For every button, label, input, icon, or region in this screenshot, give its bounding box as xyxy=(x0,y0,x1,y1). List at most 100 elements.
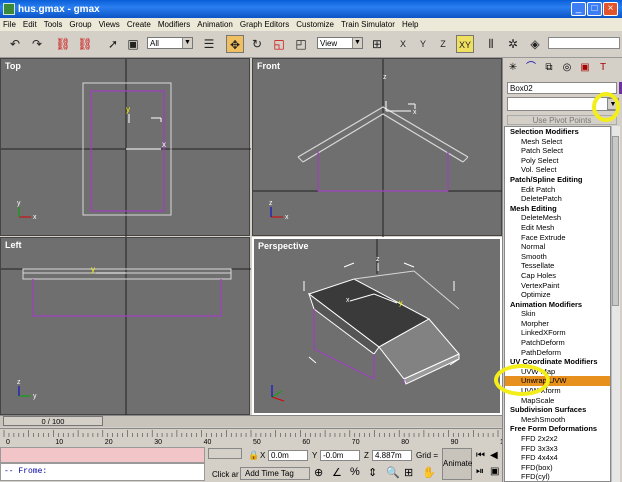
modifier-list-item[interactable]: FFD 3x3x3 xyxy=(505,444,610,454)
hierarchy-tab-icon[interactable]: ⧉ xyxy=(541,60,557,76)
unlink-icon[interactable]: ⛓ xyxy=(76,35,94,53)
modifier-list-item[interactable]: Patch Select xyxy=(505,146,610,156)
link-icon[interactable]: ⛓ xyxy=(54,35,72,53)
menu-tools[interactable]: Tools xyxy=(44,20,63,29)
menu-graph-editors[interactable]: Graph Editors xyxy=(240,20,289,29)
menu-modifiers[interactable]: Modifiers xyxy=(158,20,190,29)
motion-tab-icon[interactable]: ◎ xyxy=(559,60,575,76)
modifier-list-item[interactable]: Poly Select xyxy=(505,156,610,166)
menu-train-simulator[interactable]: Train Simulator xyxy=(341,20,395,29)
modifier-list-item[interactable]: DeletePatch xyxy=(505,194,610,204)
modifier-list-item[interactable]: Optimize xyxy=(505,290,610,300)
viewport-top[interactable]: Top y x yx xyxy=(0,58,251,237)
modifier-list-item[interactable]: FFD(box) xyxy=(505,463,610,473)
menu-file[interactable]: File xyxy=(3,20,16,29)
modifier-list-item[interactable]: Cap Holes xyxy=(505,271,610,281)
pivot-center-icon[interactable]: ⊞ xyxy=(368,35,386,53)
redo-icon[interactable]: ↷ xyxy=(28,35,46,53)
scrollbar-thumb[interactable] xyxy=(612,136,619,306)
modifier-list-item[interactable]: Face Extrude xyxy=(505,233,610,243)
select-by-name-icon[interactable]: ☰ xyxy=(200,35,218,53)
viewport-left[interactable]: Left y zy xyxy=(0,237,251,416)
create-tab-icon[interactable]: ✳ xyxy=(505,60,521,76)
x-coord-field[interactable]: 0.0m xyxy=(268,450,308,461)
y-coord-label: Y xyxy=(312,451,318,460)
modifier-list-item[interactable]: FFD(cyl) xyxy=(505,472,610,481)
viewport-perspective[interactable]: Perspective z x y xyxy=(252,237,502,415)
modifier-list-item[interactable]: Vol. Select xyxy=(505,165,610,175)
modifier-list-item[interactable]: Normal xyxy=(505,242,610,252)
close-button[interactable]: × xyxy=(603,2,618,16)
animate-button[interactable]: Animate xyxy=(442,448,472,480)
prev-frame-icon[interactable]: ◀ xyxy=(490,450,498,461)
track-bar[interactable]: 0102030405060708090100 xyxy=(0,428,502,445)
percent-snap-icon[interactable]: % xyxy=(350,466,360,478)
undo-icon[interactable]: ↶ xyxy=(6,35,24,53)
rotate-icon[interactable]: ↻ xyxy=(248,35,266,53)
maxscript-listener-input[interactable]: -- Frome: xyxy=(0,463,205,481)
modifier-dropdown-list[interactable]: Selection Modifiers Mesh Select Patch Sele… xyxy=(504,126,611,482)
modifier-list-item[interactable]: VertexPaint xyxy=(505,281,610,291)
move-icon[interactable]: ✥ xyxy=(226,35,244,53)
menu-help[interactable]: Help xyxy=(402,20,418,29)
axis-y-button[interactable]: Y xyxy=(414,35,432,53)
modifier-list-item[interactable]: MeshSmooth xyxy=(505,415,610,425)
key-mode-icon[interactable]: ⏯ xyxy=(476,466,484,477)
modifier-list-item[interactable]: Mesh Select xyxy=(505,137,610,147)
selection-lock-icon[interactable]: 🔒 xyxy=(248,450,259,461)
modifier-list-item[interactable]: FFD 2x2x2 xyxy=(505,434,610,444)
select-arrow-icon[interactable]: ➚ xyxy=(104,35,122,53)
highlight-circle-unwrap-uvw xyxy=(494,364,550,396)
menu-create[interactable]: Create xyxy=(127,20,151,29)
axis-z-button[interactable]: Z xyxy=(434,35,452,53)
maxscript-listener-output[interactable] xyxy=(0,447,205,463)
axis-xy-button[interactable]: XY xyxy=(456,35,474,53)
time-config-icon[interactable]: ▣ xyxy=(490,466,499,477)
add-time-tag-button[interactable]: Add Time Tag xyxy=(240,467,310,480)
menu-customize[interactable]: Customize xyxy=(296,20,334,29)
menu-animation[interactable]: Animation xyxy=(197,20,233,29)
material-icon[interactable]: ◈ xyxy=(526,35,544,53)
modifier-list-item[interactable]: Edit Mesh xyxy=(505,223,610,233)
scale-icon[interactable]: ◱ xyxy=(270,35,288,53)
menu-group[interactable]: Group xyxy=(69,20,91,29)
axis-x-button[interactable]: X xyxy=(394,35,412,53)
y-coord-field[interactable]: -0.0m xyxy=(320,450,360,461)
utilities-tab-icon[interactable]: T xyxy=(595,60,611,76)
zoom-all-icon[interactable]: ⊞ xyxy=(404,466,413,479)
snap-icon[interactable]: ✲ xyxy=(504,35,522,53)
modifier-list-item[interactable]: Edit Patch xyxy=(505,185,610,195)
modifier-list-item[interactable]: Tessellate xyxy=(505,261,610,271)
spinner-snap-icon[interactable]: ⇕ xyxy=(368,466,377,479)
z-coord-field[interactable]: 4.887m xyxy=(372,450,412,461)
snap-toggle-icon[interactable]: ⊕ xyxy=(314,466,323,479)
pan-icon[interactable]: ✋ xyxy=(422,466,436,479)
modifier-list-item[interactable]: Skin xyxy=(505,309,610,319)
mirror-icon[interactable]: ⫴ xyxy=(482,35,500,53)
menu-edit[interactable]: Edit xyxy=(23,20,37,29)
modifier-list-item[interactable]: Morpher xyxy=(505,319,610,329)
minimize-button[interactable]: _ xyxy=(571,2,586,16)
named-selection-field[interactable] xyxy=(548,37,620,49)
modifier-list-item[interactable]: MapScale xyxy=(505,396,610,406)
modifier-list-item[interactable]: FFD 4x4x4 xyxy=(505,453,610,463)
modifier-list-item[interactable]: PatchDeform xyxy=(505,338,610,348)
selection-filter-dropdown[interactable]: All ▼ xyxy=(147,37,193,49)
modify-tab-icon[interactable]: ⌒ xyxy=(523,60,539,76)
maximize-button[interactable]: □ xyxy=(587,2,602,16)
menu-views[interactable]: Views xyxy=(99,20,120,29)
angle-snap-icon[interactable]: ∠ xyxy=(332,466,342,479)
zoom-icon[interactable]: 🔍 xyxy=(386,466,400,479)
display-tab-icon[interactable]: ▣ xyxy=(577,60,593,76)
modifier-list-item[interactable]: PathDeform xyxy=(505,348,610,358)
time-slider-thumb[interactable]: 0 / 100 xyxy=(3,416,103,426)
squash-icon[interactable]: ◰ xyxy=(292,35,310,53)
modifier-list-item[interactable]: DeleteMesh xyxy=(505,213,610,223)
viewport-front[interactable]: Front z x zx xyxy=(252,58,503,237)
lock-selection-button[interactable] xyxy=(208,448,242,459)
select-region-icon[interactable]: ▣ xyxy=(124,35,142,53)
modifier-list-item[interactable]: LinkedXForm xyxy=(505,328,610,338)
go-to-start-icon[interactable]: ⏮ xyxy=(476,450,485,461)
modifier-list-item[interactable]: Smooth xyxy=(505,252,610,262)
reference-coordinate-dropdown[interactable]: View ▼ xyxy=(317,37,363,49)
